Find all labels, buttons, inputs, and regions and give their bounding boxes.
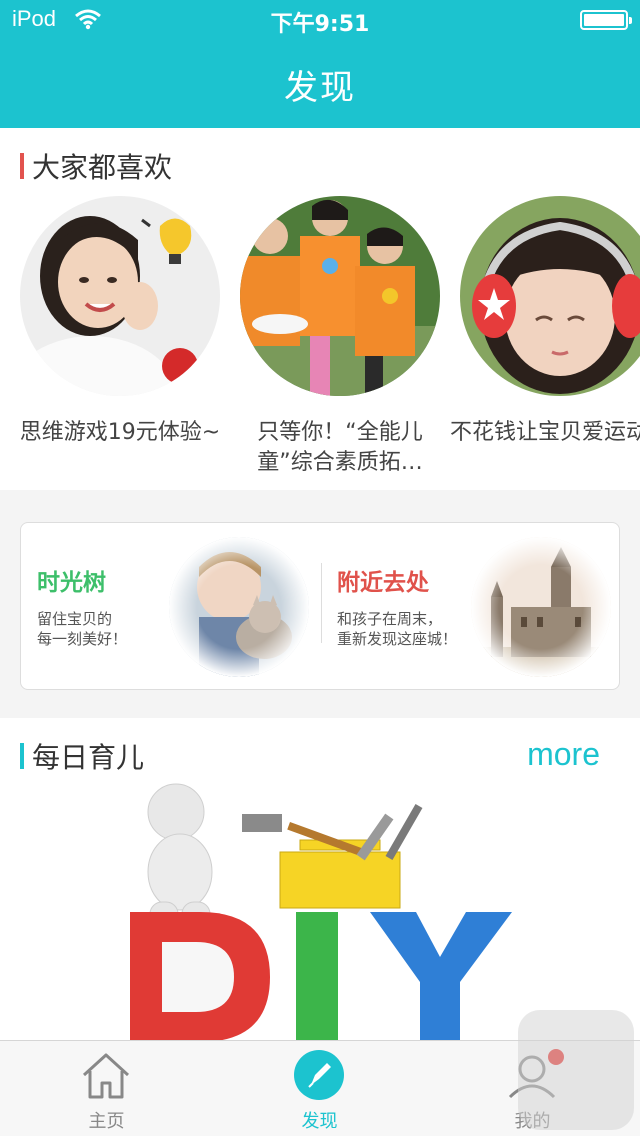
nearby-desc: 和孩子在周末， 重新发现这座城！ — [337, 609, 457, 649]
popular-caption-2: 只等你！“全能儿童”综合素质拓… — [257, 420, 423, 475]
tab-discover[interactable]: 发现 — [213, 1041, 426, 1136]
compass-pen-icon — [294, 1050, 344, 1100]
popular-caption-1: 思维游戏19元体验~ — [19, 420, 221, 445]
features-card: 时光树 留住宝贝的 每一刻美好！ 附近去处 和孩子在周末， 重新发现这座城！ — [20, 522, 620, 690]
daily-heading-text: 每日育儿 — [32, 741, 145, 774]
tab-home[interactable]: 主页 — [0, 1041, 213, 1136]
status-bar: iPod 下午9:51 — [0, 0, 640, 40]
feature-nearby-places[interactable]: 附近去处 和孩子在周末， 重新发现这座城！ — [321, 523, 621, 691]
clock: 下午9:51 — [270, 12, 370, 37]
time-tree-desc-line2: 每一刻美好！ — [37, 630, 128, 648]
feature-time-tree[interactable]: 时光树 留住宝贝的 每一刻美好！ — [21, 523, 321, 691]
time-tree-desc: 留住宝贝的 每一刻美好！ — [37, 609, 127, 649]
girl-headphones-image — [460, 196, 640, 396]
tab-discover-label: 发现 — [301, 1111, 338, 1132]
page-title: 发现 — [284, 68, 356, 108]
daily-heading-accent-bar — [20, 743, 24, 769]
heading-accent-bar — [20, 153, 24, 179]
girl-thinking-image — [20, 196, 220, 396]
header: iPod 下午9:51 发现 — [0, 0, 640, 128]
daily-heading: 每日育儿 — [20, 738, 144, 774]
popular-caption-3: 不花钱让宝贝爱运动爱音乐爱创意 — [450, 420, 640, 445]
more-link[interactable]: more — [527, 736, 600, 773]
popular-section: 大家都喜欢 思维游戏19元体验~ 只等你！“全能儿童”综合素质拓… 不花钱让宝贝… — [0, 128, 640, 490]
nearby-desc-line1: 和孩子在周末， — [337, 610, 443, 628]
features-section: 时光树 留住宝贝的 每一刻美好！ 附近去处 和孩子在周末， 重新发现这座城！ — [0, 492, 640, 718]
castle-image — [471, 537, 611, 677]
house-icon — [82, 1053, 130, 1099]
battery-icon — [580, 10, 632, 30]
popular-heading: 大家都喜欢 — [20, 148, 172, 184]
nearby-title: 附近去处 — [337, 570, 429, 596]
daily-parenting-section: 每日育儿 more — [0, 718, 640, 1040]
nearby-desc-line2: 重新发现这座城！ — [337, 630, 458, 648]
popular-heading-text: 大家都喜欢 — [32, 151, 173, 184]
child-with-kitten-image — [169, 537, 309, 677]
tab-home-label: 主页 — [88, 1111, 125, 1132]
assistive-touch-button[interactable] — [518, 1010, 634, 1130]
kids-orange-shirts-image — [240, 196, 440, 396]
diy-banner-image[interactable] — [110, 782, 550, 1040]
popular-item-thinking-game[interactable] — [20, 196, 220, 396]
popular-item-allround-child[interactable] — [240, 196, 440, 396]
time-tree-desc-line1: 留住宝贝的 — [37, 610, 113, 628]
popular-item-free-music[interactable] — [460, 196, 640, 396]
time-tree-title: 时光树 — [37, 570, 106, 596]
